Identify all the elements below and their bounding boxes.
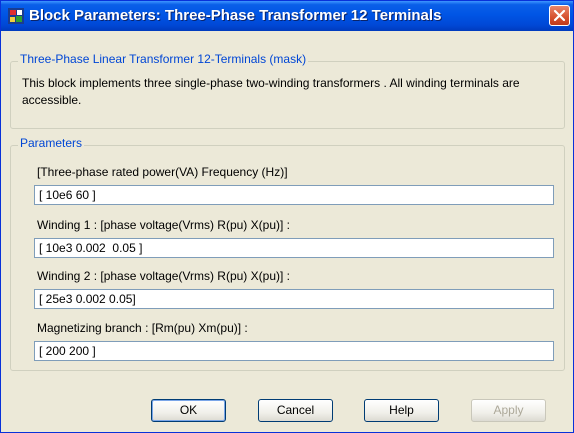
magnetizing-branch-input[interactable]	[34, 341, 554, 361]
title-bar[interactable]: Block Parameters: Three-Phase Transforme…	[1, 1, 573, 31]
help-button[interactable]: Help	[364, 399, 439, 422]
mask-group-legend: Three-Phase Linear Transformer 12-Termin…	[18, 52, 309, 66]
winding1-label: Winding 1 : [phase voltage(Vrms) R(pu) X…	[37, 218, 290, 232]
winding2-input[interactable]	[34, 289, 554, 309]
mask-description: This block implements three single-phase…	[22, 76, 520, 107]
rated-power-frequency-label: [Three-phase rated power(VA) Frequency (…	[37, 165, 288, 179]
rated-power-frequency-input[interactable]	[34, 185, 554, 205]
close-button[interactable]	[549, 5, 570, 26]
block-parameters-dialog: Block Parameters: Three-Phase Transforme…	[0, 0, 574, 433]
close-icon	[553, 9, 566, 22]
parameters-group-legend: Parameters	[18, 136, 85, 150]
winding1-input[interactable]	[34, 238, 554, 258]
window-title: Block Parameters: Three-Phase Transforme…	[29, 7, 442, 24]
simulink-block-icon	[8, 8, 24, 24]
apply-button[interactable]: Apply	[471, 399, 546, 422]
cancel-button[interactable]: Cancel	[258, 399, 333, 422]
ok-button[interactable]: OK	[151, 399, 226, 422]
magnetizing-branch-label: Magnetizing branch : [Rm(pu) Xm(pu)] :	[37, 321, 248, 335]
winding2-label: Winding 2 : [phase voltage(Vrms) R(pu) X…	[37, 269, 290, 283]
